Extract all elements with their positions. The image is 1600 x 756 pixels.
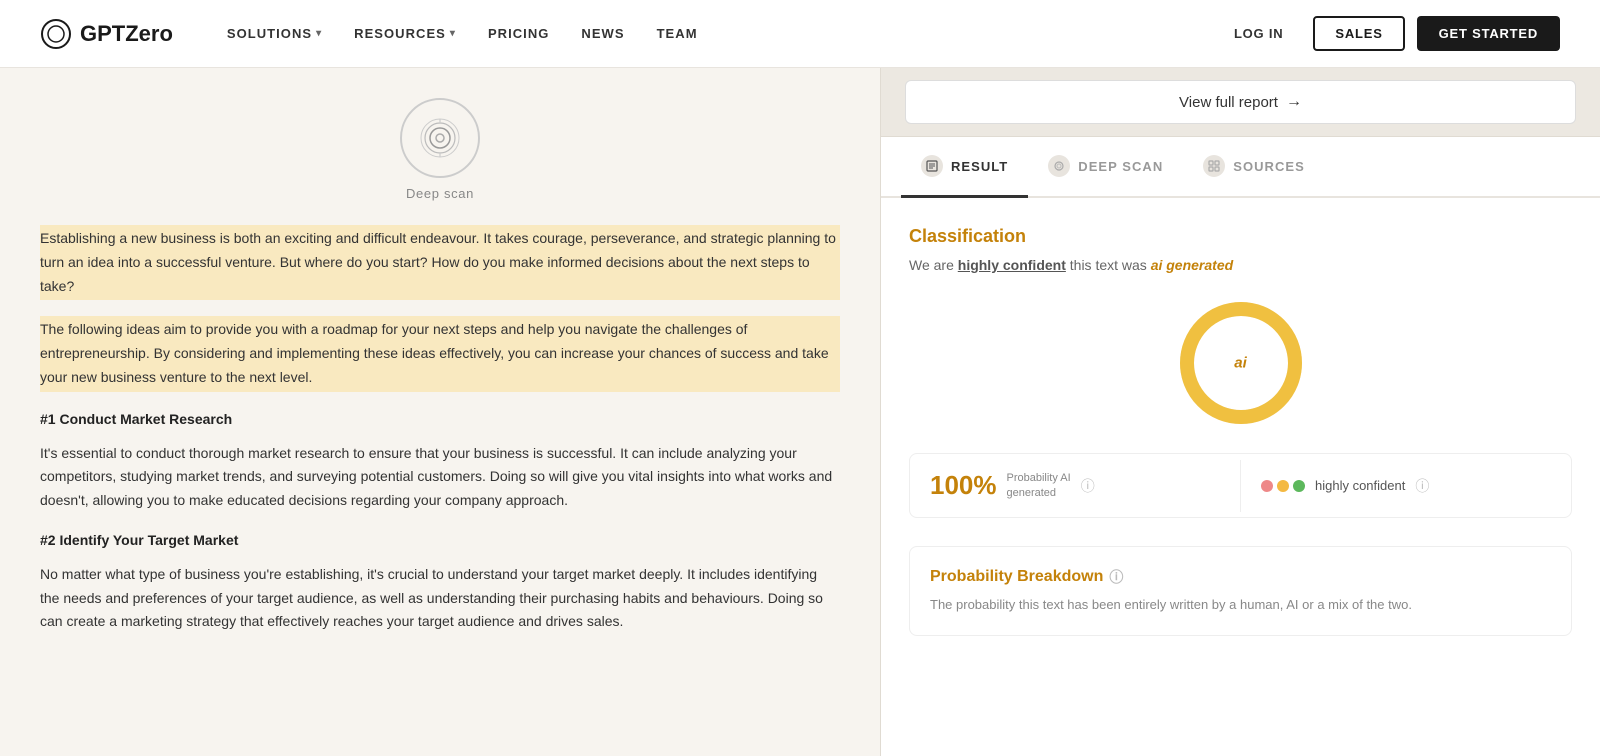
confidence-phrase-text: highly confident xyxy=(958,257,1066,273)
arrow-right-icon: → xyxy=(1286,93,1302,111)
donut-chart: ai xyxy=(1171,293,1311,433)
nav-menu: SOLUTIONS ▾ RESOURCES ▾ PRICING NEWS TEA… xyxy=(213,18,1216,49)
nav-team[interactable]: TEAM xyxy=(643,18,712,49)
verdict-badge: ai generated xyxy=(1151,257,1233,273)
fingerprint-icon xyxy=(400,98,480,178)
document-content: Establishing a new business is both an e… xyxy=(40,225,840,634)
para-1: Establishing a new business is both an e… xyxy=(40,225,840,300)
tab-result[interactable]: RESULT xyxy=(901,137,1028,198)
stat-label: Probability AI generated xyxy=(1007,471,1071,500)
donut-label: ai xyxy=(1234,355,1247,372)
prob-breakdown-info-icon[interactable]: ⓘ xyxy=(1109,567,1123,587)
confidence-info-icon[interactable]: ⓘ xyxy=(1415,476,1429,496)
nav-pricing[interactable]: PRICING xyxy=(474,18,563,49)
classification-section: Classification We are highly confident t… xyxy=(909,226,1572,518)
classification-title: Classification xyxy=(909,226,1572,247)
dot-orange xyxy=(1277,480,1289,492)
section-heading-2: #2 Identify Your Target Market xyxy=(40,529,840,553)
confidence-text-mid-text: this text was xyxy=(1070,257,1147,273)
stat-probability: 100% Probability AI generated ⓘ xyxy=(910,454,1240,517)
prob-breakdown-desc: The probability this text has been entir… xyxy=(930,595,1551,615)
login-button[interactable]: LOG IN xyxy=(1216,18,1301,49)
logo[interactable]: GPTZero xyxy=(40,18,173,50)
tab-result-label: RESULT xyxy=(951,159,1008,174)
left-panel: Deep scan Establishing a new business is… xyxy=(0,68,880,756)
prob-breakdown-title: Probability Breakdown ⓘ xyxy=(930,567,1551,587)
donut-wrapper: ai xyxy=(909,293,1572,433)
nav-resources[interactable]: RESOURCES ▾ xyxy=(340,18,470,49)
navbar: GPTZero SOLUTIONS ▾ RESOURCES ▾ PRICING … xyxy=(0,0,1600,68)
deep-scan-tab-icon xyxy=(1048,155,1070,177)
result-content: Classification We are highly confident t… xyxy=(881,198,1600,756)
tab-sources-label: SOURCES xyxy=(1233,159,1305,174)
navbar-right: LOG IN SALES GET STARTED xyxy=(1216,16,1560,51)
stat-percentage-value: 100% xyxy=(930,470,997,501)
sources-tab-icon xyxy=(1203,155,1225,177)
logo-icon xyxy=(40,18,72,50)
deep-scan-label: Deep scan xyxy=(40,186,840,201)
resources-chevron-icon: ▾ xyxy=(450,28,456,39)
nav-news[interactable]: NEWS xyxy=(567,18,638,49)
view-full-report-button[interactable]: View full report → xyxy=(905,80,1576,124)
tab-sources[interactable]: SOURCES xyxy=(1183,137,1325,198)
stats-row: 100% Probability AI generated ⓘ xyxy=(909,453,1572,518)
main-layout: Deep scan Establishing a new business is… xyxy=(0,68,1600,756)
result-tab-icon xyxy=(921,155,943,177)
classification-subtitle: We are highly confident this text was ai… xyxy=(909,257,1572,273)
dot-green xyxy=(1293,480,1305,492)
stat-confidence: highly confident ⓘ xyxy=(1240,460,1571,512)
get-started-button[interactable]: GET STARTED xyxy=(1417,16,1560,51)
stat-info-icon[interactable]: ⓘ xyxy=(1081,476,1095,496)
view-full-report-bar: View full report → xyxy=(881,68,1600,137)
confidence-level-label: highly confident xyxy=(1315,478,1405,493)
tab-deep-scan[interactable]: DEEP SCAN xyxy=(1028,137,1183,198)
confidence-dots xyxy=(1261,480,1305,492)
dot-red xyxy=(1261,480,1273,492)
para-3: It's essential to conduct thorough marke… xyxy=(40,442,840,513)
confidence-text-prefix: We are xyxy=(909,257,954,273)
para-2: The following ideas aim to provide you w… xyxy=(40,316,840,391)
view-full-report-label: View full report xyxy=(1179,94,1278,111)
nav-solutions[interactable]: SOLUTIONS ▾ xyxy=(213,18,336,49)
tabs-bar: RESULT DEEP SCAN xyxy=(881,137,1600,198)
probability-breakdown-section: Probability Breakdown ⓘ The probability … xyxy=(909,546,1572,636)
right-panel: View full report → RESULT xyxy=(880,68,1600,756)
tab-deep-scan-label: DEEP SCAN xyxy=(1078,159,1163,174)
solutions-chevron-icon: ▾ xyxy=(316,28,322,39)
para-4: No matter what type of business you're e… xyxy=(40,563,840,634)
sales-button[interactable]: SALES xyxy=(1313,16,1404,51)
section-heading-1: #1 Conduct Market Research xyxy=(40,408,840,432)
deep-scan-header: Deep scan xyxy=(40,98,840,201)
